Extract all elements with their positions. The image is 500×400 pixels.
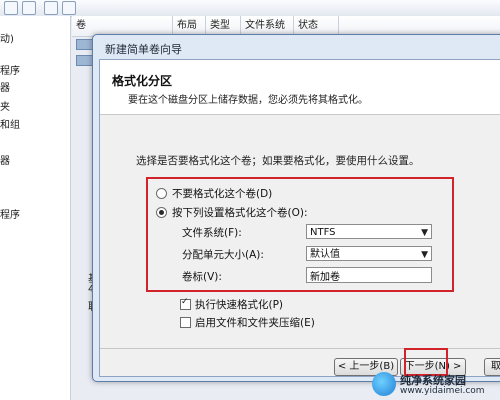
toolbar-button-1[interactable] <box>4 1 18 15</box>
wizard-header-description: 要在这个磁盘分区上储存数据，您必须先将其格式化。 <box>128 95 368 106</box>
column-status[interactable]: 状态 <box>294 16 339 36</box>
dialog-title: 新建简单卷向导 <box>105 43 182 56</box>
console-tree: 动) 程序 器 夹 和组 器 程序 <box>0 16 71 400</box>
new-simple-volume-wizard: 新建简单卷向导 格式化分区 要在这个磁盘分区上储存数据，您必须先将其格式化。 选… <box>92 34 500 382</box>
tree-item[interactable]: 程序 <box>0 62 20 77</box>
tree-item[interactable]: 和组 <box>0 116 20 131</box>
toolbar-button-4[interactable] <box>62 1 76 15</box>
wizard-header: 格式化分区 要在这个磁盘分区上储存数据，您必须先将其格式化。 <box>100 60 500 115</box>
tree-item[interactable]: 器 <box>0 79 10 94</box>
filesystem-select[interactable]: NTFS ▼ <box>306 224 432 239</box>
tree-item[interactable]: 程序 <box>0 206 20 221</box>
tree-item[interactable]: 器 <box>0 152 10 167</box>
watermark-url: www.yidaimei.com <box>400 386 485 396</box>
site-logo-icon <box>372 372 396 396</box>
column-layout[interactable]: 布局 <box>173 16 206 36</box>
volume-label-label: 卷标(V): <box>182 271 222 283</box>
chevron-down-icon: ▼ <box>421 250 428 260</box>
tree-item[interactable]: 夹 <box>0 98 10 113</box>
console-toolbar <box>0 0 500 17</box>
tree-item[interactable]: 动) <box>0 30 14 45</box>
allocation-unit-value: 默认值 <box>310 249 340 260</box>
no-format-label[interactable]: 不要格式化这个卷(D) <box>172 186 272 201</box>
chevron-down-icon: ▼ <box>421 228 428 238</box>
column-filesystem[interactable]: 文件系统 <box>241 16 294 36</box>
allocation-unit-label: 分配单元大小(A): <box>182 249 264 261</box>
compression-checkbox[interactable] <box>180 317 191 328</box>
column-type[interactable]: 类型 <box>206 16 241 36</box>
allocation-unit-select[interactable]: 默认值 ▼ <box>306 246 432 261</box>
toolbar-button-2[interactable] <box>22 1 36 15</box>
quick-format-label[interactable]: 执行快速格式化(P) <box>195 297 283 312</box>
wizard-body: 格式化分区 要在这个磁盘分区上储存数据，您必须先将其格式化。 选择是否要格式化这… <box>99 59 500 377</box>
quick-format-checkbox[interactable] <box>180 297 191 310</box>
no-format-radio[interactable] <box>156 188 167 199</box>
format-radio[interactable] <box>156 207 167 218</box>
wizard-header-title: 格式化分区 <box>112 74 173 88</box>
filesystem-value: NTFS <box>310 227 336 238</box>
compression-label[interactable]: 启用文件和文件夹压缩(E) <box>195 315 315 330</box>
format-label[interactable]: 按下列设置格式化这个卷(O): <box>172 205 308 220</box>
format-prompt: 选择是否要格式化这个卷；如果要格式化，要使用什么设置。 <box>136 155 420 167</box>
filesystem-label: 文件系统(F): <box>182 227 242 239</box>
toolbar-button-3[interactable] <box>44 1 58 15</box>
column-volume[interactable]: 卷 <box>72 16 173 36</box>
site-watermark: 纯净系统家园 www.yidaimei.com <box>372 370 500 400</box>
volume-label-input[interactable] <box>306 267 432 283</box>
